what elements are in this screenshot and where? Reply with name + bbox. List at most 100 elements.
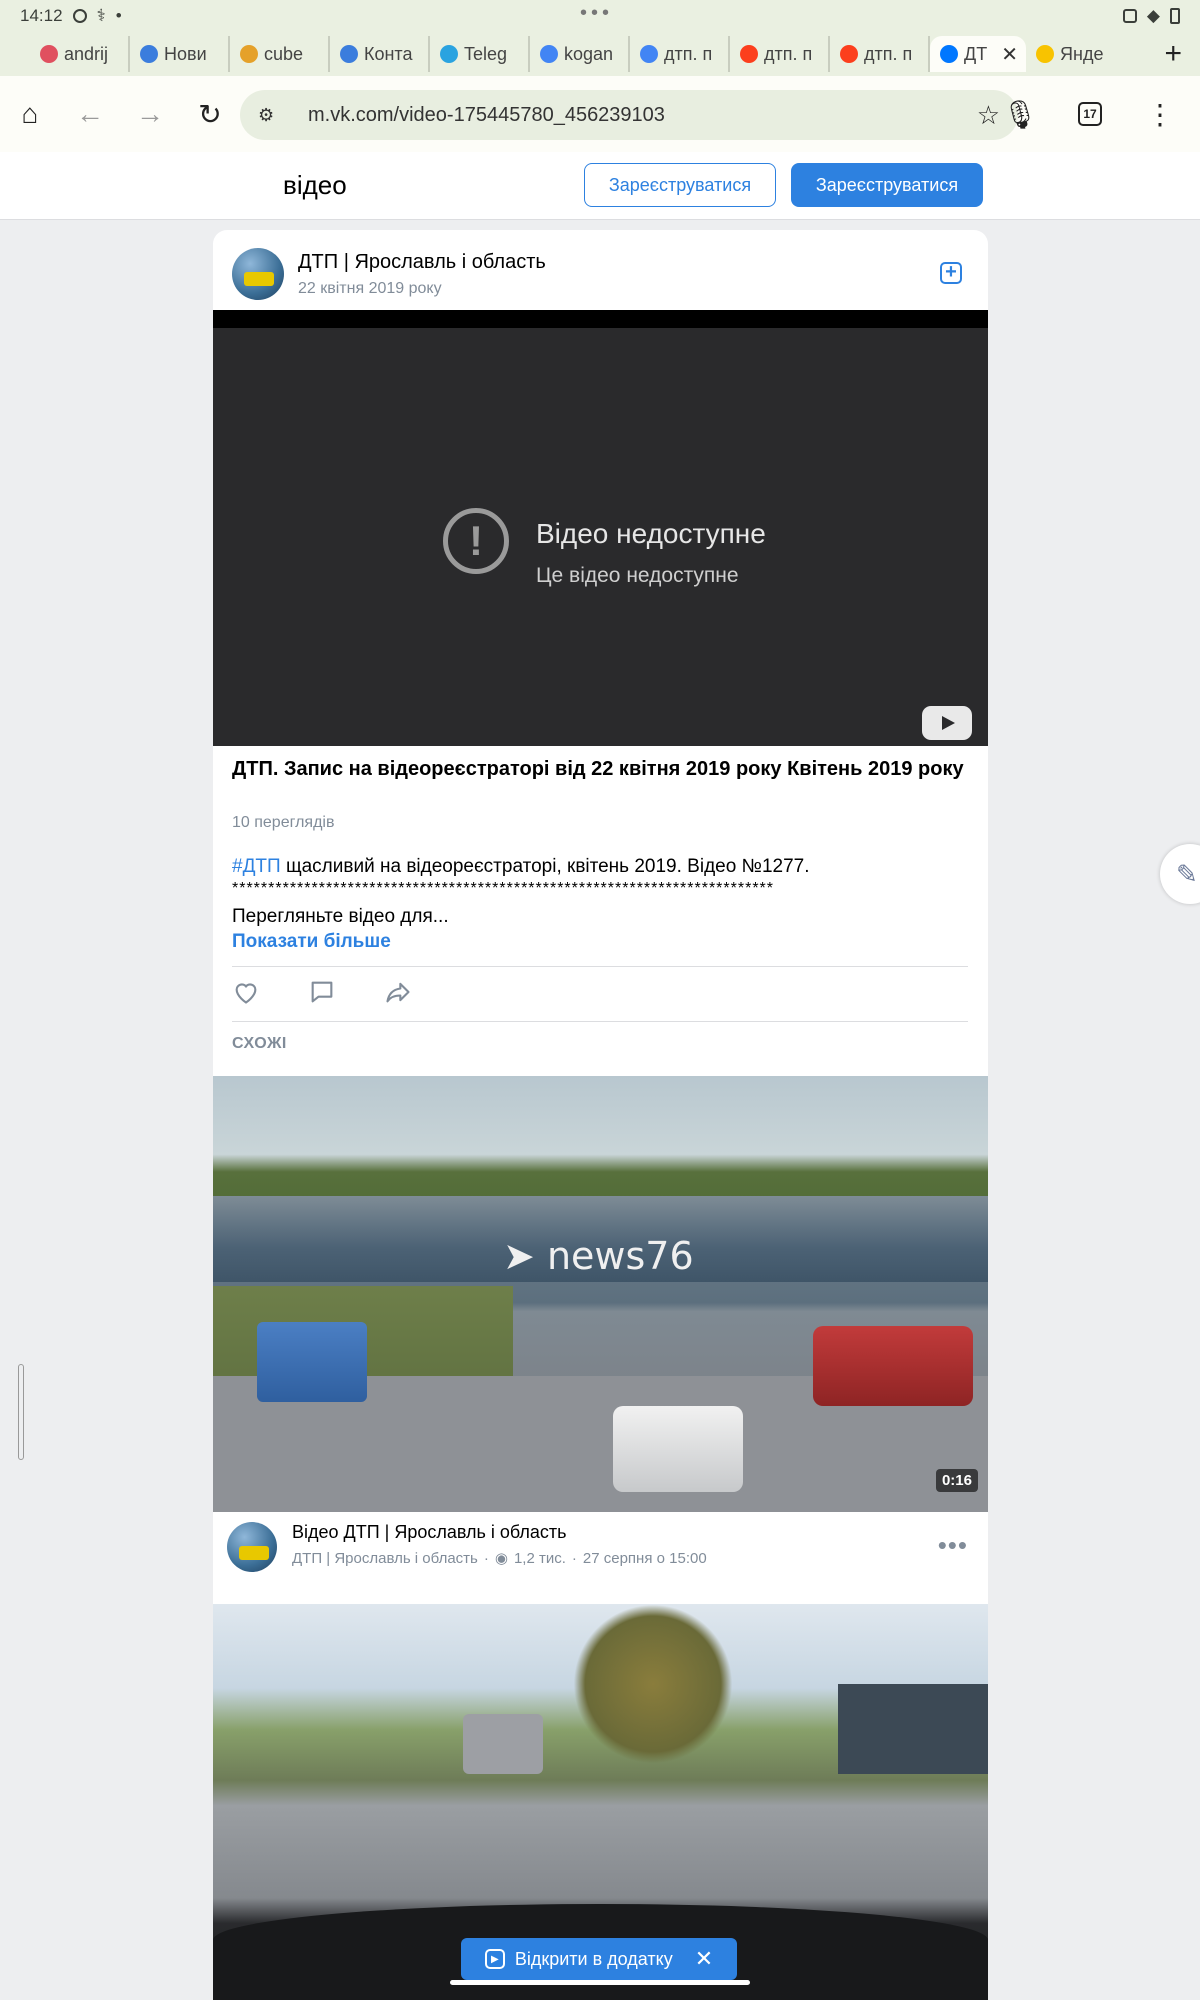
browser-tab[interactable]: Янде [1026, 36, 1126, 72]
page-title: відео [283, 170, 347, 200]
edge-handle[interactable] [18, 1364, 24, 1460]
close-icon[interactable]: ✕ [695, 1946, 713, 1972]
tab-favicon [540, 45, 558, 63]
avatar[interactable] [232, 248, 284, 300]
clock: 14:12 [20, 6, 63, 25]
tab-strip: andrij Нови cube Конта Teleg kogan дтп. … [0, 32, 1200, 76]
thumbnail-bg [838, 1684, 988, 1774]
browser-tab[interactable]: дтп. п [730, 36, 830, 72]
add-video-icon[interactable]: + [940, 262, 962, 284]
video-views: 1,2 тис. [513, 1549, 566, 1567]
more-dots-icon: ••• [580, 2, 614, 24]
battery-icon [1170, 8, 1180, 24]
description-stars: ****************************************… [232, 880, 774, 897]
pencil-icon[interactable]: ✎ [1160, 844, 1200, 904]
tab-favicon [240, 45, 258, 63]
like-icon[interactable] [232, 978, 260, 1006]
thumbnail-bg [613, 1406, 743, 1492]
thumbnail-bg [257, 1322, 367, 1402]
browser-tab[interactable]: Конта [330, 36, 430, 72]
show-more-link[interactable]: Показати більше [232, 931, 391, 953]
forward-icon[interactable]: → [120, 84, 180, 144]
tab-favicon [940, 45, 958, 63]
browser-tab[interactable]: Нови [130, 36, 230, 72]
browser-tab-active[interactable]: ДТ ✕ [930, 36, 1026, 72]
similar-heading: СХОЖІ [232, 1035, 287, 1052]
browser-tab[interactable]: kogan [530, 36, 630, 72]
watermark: ➤ news76 [503, 1234, 694, 1278]
record-icon [72, 9, 87, 23]
divider [232, 1021, 968, 1022]
wifi-icon: ◆ [1146, 6, 1160, 25]
reload-icon[interactable]: ↻ [180, 84, 240, 144]
telegram-icon: ➤ [503, 1234, 535, 1278]
tab-count: 17 [1078, 102, 1102, 126]
tab-favicon [640, 45, 658, 63]
avatar[interactable] [227, 1522, 277, 1572]
url-text[interactable]: m.vk.com/video-175445780_456239103 [308, 104, 665, 127]
tab-favicon [1036, 45, 1054, 63]
separator-dot: · [483, 1549, 489, 1567]
divider [232, 966, 968, 967]
register-button[interactable]: Зареєструватися [791, 163, 983, 207]
description-more-text: Перегляньте відео для... [232, 906, 449, 927]
new-tab-icon[interactable]: + [1164, 37, 1182, 71]
register-outline-button[interactable]: Зареєструватися [584, 163, 776, 207]
list-item[interactable]: Відео ДТП | Ярославль і область ДТП | Яр… [227, 1522, 977, 1572]
owner-block[interactable]: ДТП | Ярославль і область 22 квітня 2019… [232, 248, 546, 300]
status-bar: 14:12 ⚕ • ••• ◆ [0, 0, 1200, 32]
tab-switcher-button[interactable]: 17 [1060, 84, 1120, 144]
youtube-icon[interactable] [922, 706, 972, 740]
browser-tab[interactable]: дтп. п [630, 36, 730, 72]
description: #ДТП щасливий на відеореєстраторі, квіте… [232, 854, 962, 879]
post-date: 22 квітня 2019 року [298, 279, 442, 297]
browser-tab[interactable]: дтп. п [830, 36, 930, 72]
site-settings-icon[interactable]: ⚙ [258, 105, 280, 126]
eye-icon: ◉ [494, 1550, 508, 1567]
address-bar[interactable]: ⚙ m.vk.com/video-175445780_456239103 ☆ [240, 90, 1018, 140]
browser-tab[interactable]: Teleg [430, 36, 530, 72]
unavailable-subtitle: Це відео недоступне [536, 564, 739, 587]
video-card: ДТП | Ярославль і область 22 квітня 2019… [213, 230, 988, 2000]
video-thumbnail[interactable]: ➤ news76 0:16 [213, 1076, 988, 1512]
video-item-title[interactable]: Відео ДТП | Ярославль і область [292, 1522, 707, 1543]
vk-video-icon: ▶ [484, 1949, 505, 1969]
browser-tab[interactable]: cube [230, 36, 330, 72]
action-bar [232, 978, 412, 1006]
view-count: 10 переглядів [232, 814, 335, 831]
separator-dot: · [571, 1549, 577, 1567]
menu-icon[interactable]: ⋮ [1130, 84, 1190, 144]
open-in-app-label: Відкрити в додатку [514, 1948, 673, 1969]
tab-favicon [40, 45, 58, 63]
thumbnail-bg [573, 1604, 733, 1764]
duration-badge: 0:16 [935, 1469, 978, 1492]
thumbnail-bg [463, 1714, 543, 1774]
channel-name[interactable]: ДТП | Ярославль і область [292, 1550, 478, 1567]
site-header: відео Зареєструватися Зареєструватися [0, 152, 1200, 220]
owner-name[interactable]: ДТП | Ярославль і область [298, 251, 546, 274]
more-options-icon[interactable]: ••• [938, 1530, 968, 1561]
browser-tab[interactable]: andrij [30, 36, 130, 72]
unavailable-title: Відео недоступне [536, 518, 766, 549]
tab-favicon [340, 45, 358, 63]
comment-icon[interactable] [308, 978, 336, 1006]
accessibility-icon: ⚕ [96, 6, 106, 25]
home-indicator[interactable] [450, 1980, 750, 1985]
tab-favicon [740, 45, 758, 63]
tab-favicon [440, 45, 458, 63]
tab-favicon [140, 45, 158, 63]
hashtag-link[interactable]: #ДТП [232, 856, 281, 877]
open-in-app-banner[interactable]: ▶ Відкрити в додатку ✕ [461, 1938, 737, 1980]
close-tab-icon[interactable]: ✕ [1001, 42, 1018, 67]
video-date: 27 серпня о 15:00 [582, 1549, 707, 1567]
thumbnail-bg [813, 1326, 973, 1406]
dot-icon: • [115, 6, 122, 25]
share-icon[interactable] [384, 978, 412, 1006]
back-icon[interactable]: ← [60, 84, 120, 144]
home-icon[interactable]: ⌂ [0, 84, 60, 144]
video-player[interactable]: ! Відео недоступне Це відео недоступне [213, 310, 988, 746]
warning-icon: ! [443, 508, 509, 574]
tab-favicon [840, 45, 858, 63]
video-title: ДТП. Запис на відеореєстраторі від 22 кв… [232, 758, 964, 780]
mic-icon[interactable]: 🎙 [990, 84, 1050, 144]
